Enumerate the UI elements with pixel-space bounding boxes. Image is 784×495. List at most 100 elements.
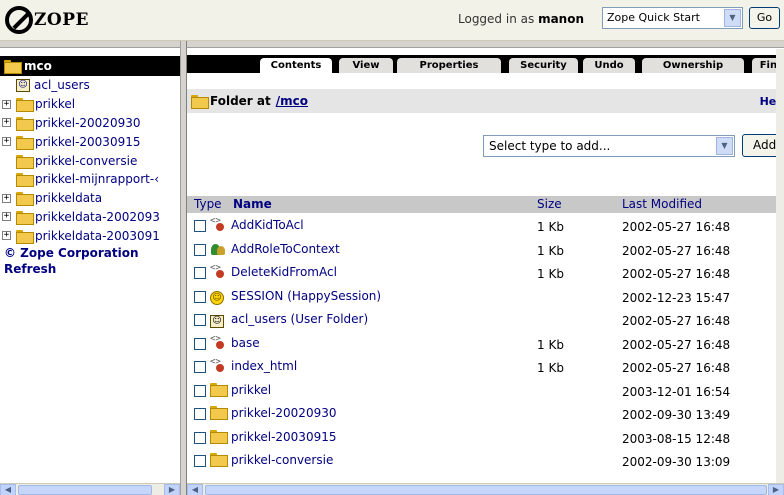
dtml-method-icon[interactable] (210, 263, 226, 282)
tree-item[interactable]: + prikkeldata (0, 189, 180, 208)
folder-icon[interactable] (210, 406, 228, 421)
tab-contents[interactable]: Contents (260, 58, 332, 73)
tree-item[interactable]: prikkel-conversie (0, 151, 180, 170)
expand-icon[interactable]: + (2, 137, 11, 147)
item-name-link[interactable]: prikkel-conversie (231, 453, 333, 467)
tree-item[interactable]: + prikkel (0, 95, 180, 114)
expand-icon[interactable]: + (2, 212, 11, 222)
list-item: prikkel-conversie 2002-09-30 13:09 (187, 449, 784, 473)
row-checkbox[interactable] (194, 455, 206, 467)
folder-icon[interactable] (210, 382, 228, 398)
tree-item-label: acl_users (34, 78, 90, 93)
add-type-select[interactable]: Select type to add... ▼ (483, 135, 735, 157)
tree-item[interactable]: prikkel-mijnrapport-‹ (0, 170, 180, 189)
scroll-right-icon[interactable]: ▶ (768, 484, 784, 495)
proxy-role-icon[interactable] (210, 242, 226, 259)
tab-view[interactable]: View (339, 58, 393, 73)
tree-item-label: prikkel (35, 97, 76, 112)
user-folder-icon[interactable]: ☺ (210, 312, 224, 328)
row-checkbox[interactable] (194, 431, 206, 444)
tab-ownership[interactable]: Ownership (642, 58, 744, 73)
refresh-link[interactable]: Refresh (0, 261, 180, 277)
dtml-method-icon-glyph (210, 357, 226, 373)
tree-scroll-thumb[interactable] (18, 485, 152, 495)
user-folder-icon: ☺ (16, 78, 30, 92)
row-checkbox[interactable] (194, 243, 206, 256)
tree-root-mco[interactable]: mco (0, 56, 180, 76)
item-name-link[interactable]: base (231, 336, 260, 350)
tab-undo[interactable]: Undo (583, 58, 635, 73)
row-checkbox[interactable] (194, 290, 206, 303)
tab-properties[interactable]: Properties (397, 58, 501, 73)
row-checkbox[interactable] (194, 267, 206, 279)
column-header-modified[interactable]: Last Modified (622, 197, 702, 211)
folder-icon (4, 60, 22, 74)
folder-icon (16, 192, 34, 207)
chevron-down-icon[interactable]: ▼ (716, 137, 733, 155)
item-name-link[interactable]: DeleteKidFromAcl (231, 265, 337, 279)
go-button[interactable]: Go (749, 7, 780, 29)
tree-item[interactable]: + prikkeldata-2003091 (0, 226, 180, 245)
location-path-link[interactable]: /mco (276, 94, 308, 108)
item-modified: 2002-12-23 15:47 (622, 290, 731, 305)
quickstart-select[interactable]: Zope Quick Start ▼ (602, 7, 743, 29)
row-checkbox[interactable] (194, 314, 206, 326)
row-checkbox[interactable] (194, 361, 206, 373)
folder-icon[interactable] (210, 453, 228, 468)
content-scroll-thumb[interactable] (205, 485, 767, 495)
folder-icon (16, 135, 34, 150)
expand-icon[interactable]: + (2, 118, 11, 128)
item-name-link[interactable]: SESSION (HappySession) (231, 289, 381, 303)
list-item: AddKidToAcl 1 Kb 2002-05-27 16:48 (187, 214, 784, 238)
frame-divider[interactable] (180, 41, 187, 495)
expand-icon[interactable]: + (2, 231, 11, 241)
copyright-link[interactable]: © Zope Corporation (0, 245, 180, 261)
item-name-link[interactable]: AddRoleToContext (231, 242, 340, 256)
folder-icon (16, 98, 34, 113)
dtml-method-icon[interactable] (210, 216, 226, 235)
tree-item[interactable]: + prikkel-20020930 (0, 114, 180, 133)
dtml-method-icon[interactable] (210, 357, 226, 376)
item-name-link[interactable]: prikkel (231, 383, 271, 397)
navigation-tree: mco ☺ acl_users + prikkel + prikkel-20020930 +… (0, 49, 180, 483)
list-item: index_html 1 Kb 2002-05-27 16:48 (187, 355, 784, 379)
top-header: ZOPE Logged in as manon Zope Quick Start… (0, 0, 784, 41)
session-icon[interactable]: ☺ (210, 289, 224, 305)
item-name-link[interactable]: index_html (231, 359, 297, 373)
zope-logo[interactable]: ZOPE (5, 5, 89, 35)
chevron-down-icon[interactable]: ▼ (724, 9, 741, 27)
tree-item[interactable]: + prikkel-20030915 (0, 132, 180, 151)
scroll-left-icon[interactable]: ◀ (187, 484, 203, 495)
column-header-name[interactable]: Name (233, 197, 272, 211)
zope-logo-text: ZOPE (34, 10, 89, 30)
expand-icon[interactable]: + (2, 99, 11, 109)
item-name-link[interactable]: AddKidToAcl (231, 218, 304, 232)
login-username: manon (538, 12, 584, 26)
item-name-link[interactable]: acl_users (User Folder) (231, 312, 368, 326)
folder-icon[interactable] (210, 429, 228, 445)
content-vertical-scrollbar[interactable] (776, 49, 784, 483)
column-header-size[interactable]: Size (537, 197, 562, 211)
folder-icon-glyph (210, 429, 228, 444)
scroll-left-icon[interactable]: ◀ (0, 484, 16, 495)
tree-item[interactable]: + prikkeldata-2002093 (0, 208, 180, 227)
item-modified: 2002-09-30 13:49 (622, 408, 731, 422)
content-horizontal-scrollbar[interactable]: ◀ ▶ (187, 483, 784, 495)
item-modified: 2002-05-27 16:48 (622, 220, 731, 234)
tab-security[interactable]: Security (509, 58, 578, 73)
row-checkbox[interactable] (194, 220, 206, 232)
dtml-method-icon[interactable] (210, 334, 226, 353)
folder-icon (16, 229, 34, 244)
expand-icon[interactable]: + (2, 193, 11, 203)
location-bar: Folder at /mco (187, 89, 784, 113)
tree-item[interactable]: ☺ acl_users (0, 76, 180, 95)
row-checkbox[interactable] (194, 384, 206, 397)
column-header-type[interactable]: Type (194, 197, 222, 211)
row-checkbox[interactable] (194, 337, 206, 350)
tree-horizontal-scrollbar[interactable]: ◀ ▶ (0, 483, 180, 495)
scroll-right-icon[interactable]: ▶ (164, 484, 180, 495)
item-name-link[interactable]: prikkel-20030915 (231, 430, 336, 444)
row-checkbox[interactable] (194, 408, 206, 420)
tree-item-label: prikkel-20020930 (35, 115, 141, 130)
item-name-link[interactable]: prikkel-20020930 (231, 406, 336, 420)
